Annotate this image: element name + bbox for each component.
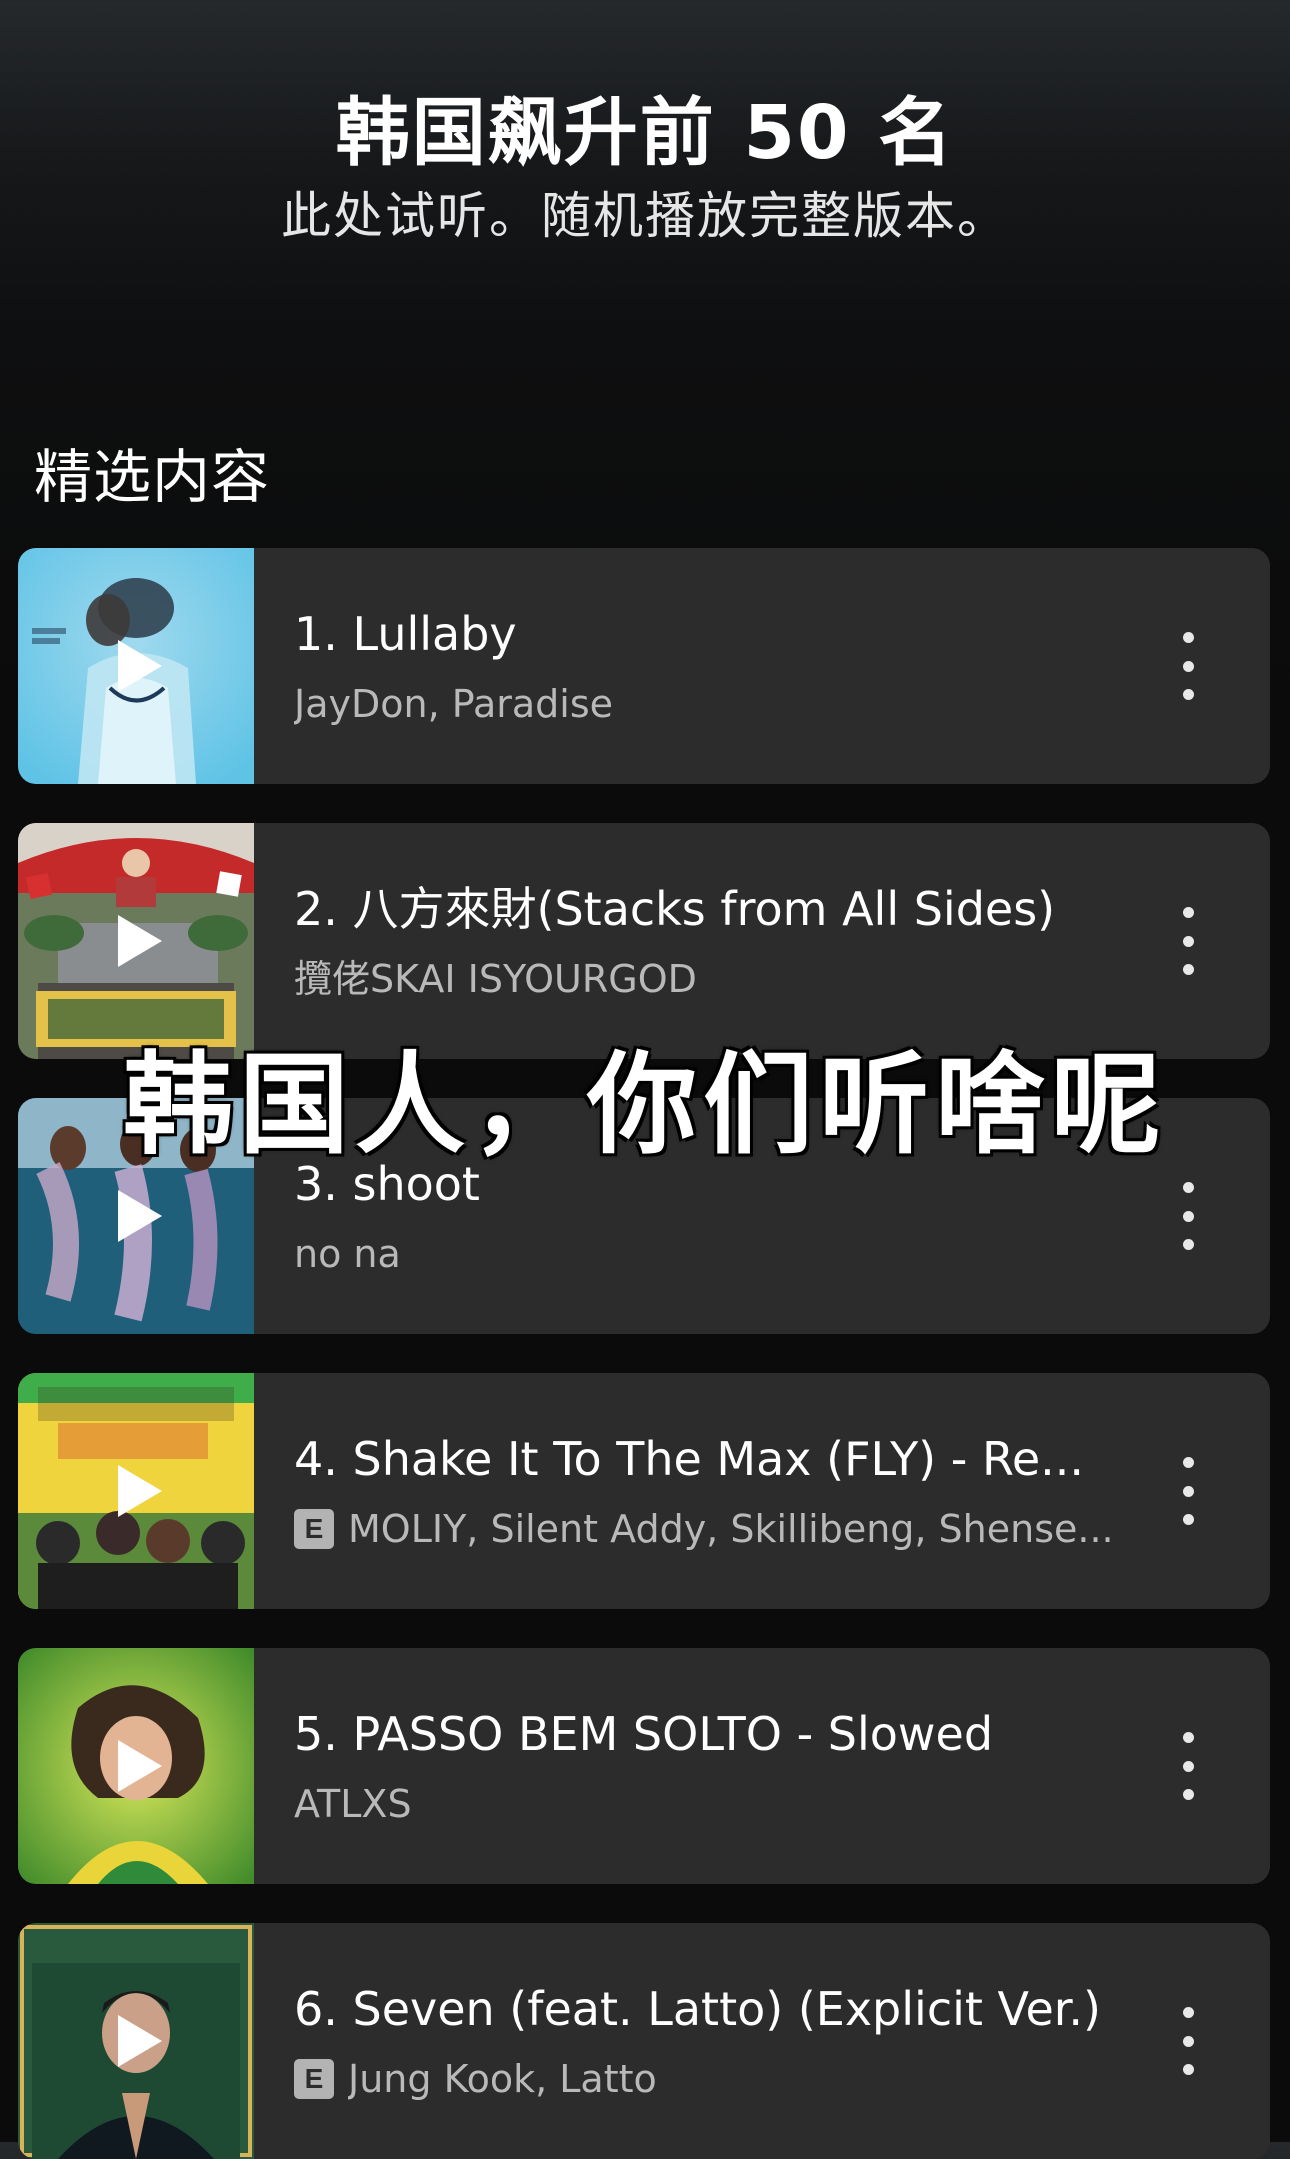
track-row[interactable]: 6. Seven (feat. Latto) (Explicit Ver.) E…	[18, 1923, 1270, 2159]
track-artist: ATLXS	[294, 1782, 412, 1826]
album-cover-golden[interactable]	[18, 1923, 254, 2159]
more-options-icon[interactable]	[1168, 1732, 1208, 1800]
track-artist: Jung Kook, Latto	[348, 2057, 657, 2101]
track-row[interactable]: 1. Lullaby JayDon, Paradise	[18, 548, 1270, 784]
track-title: 4. Shake It To The Max (FLY) - Re...	[294, 1432, 1085, 1486]
track-artist-row: E Jung Kook, Latto	[294, 2055, 1134, 2103]
track-row[interactable]: 5. PASSO BEM SOLTO - Slowed ATLXS	[18, 1648, 1270, 1884]
explicit-badge: E	[294, 1509, 334, 1549]
track-artist-row: no na	[294, 1230, 1134, 1278]
track-title: 5. PASSO BEM SOLTO - Slowed	[294, 1707, 994, 1761]
more-options-icon[interactable]	[1168, 1457, 1208, 1525]
track-artist: 攬佬SKAI ISYOURGOD	[294, 957, 697, 1001]
more-options-icon[interactable]	[1168, 1182, 1208, 1250]
track-artist-row: ATLXS	[294, 1780, 1134, 1828]
album-cover-passo[interactable]	[18, 1648, 254, 1884]
play-icon[interactable]	[116, 638, 164, 694]
play-icon[interactable]	[116, 2013, 164, 2069]
track-artist: MOLIY, Silent Addy, Skillibeng, Shense..…	[348, 1507, 1114, 1551]
track-row[interactable]: 2. 八方來財(Stacks from All Sides) 攬佬SKAI IS…	[18, 823, 1270, 1059]
explicit-badge: E	[294, 2059, 334, 2099]
track-row[interactable]: 4. Shake It To The Max (FLY) - Re... E M…	[18, 1373, 1270, 1609]
track-artist: no na	[294, 1232, 401, 1276]
play-icon[interactable]	[116, 913, 164, 969]
album-cover-stacks[interactable]	[18, 823, 254, 1059]
track-artist-row: E MOLIY, Silent Addy, Skillibeng, Shense…	[294, 1505, 1134, 1553]
track-title: 1. Lullaby	[294, 607, 517, 661]
play-icon[interactable]	[116, 1463, 164, 1519]
track-title: 2. 八方來財(Stacks from All Sides)	[294, 882, 1056, 936]
play-icon[interactable]	[116, 1188, 164, 1244]
section-title: 精选内容	[34, 443, 271, 511]
track-title: 6. Seven (feat. Latto) (Explicit Ver.)	[294, 1982, 1101, 2036]
more-options-icon[interactable]	[1168, 907, 1208, 975]
track-artist: JayDon, Paradise	[294, 682, 613, 726]
track-artist-row: JayDon, Paradise	[294, 680, 1134, 728]
video-caption-overlay: 韩国人，你们听啥呢	[123, 1041, 1167, 1169]
album-cover-lullaby[interactable]	[18, 548, 254, 784]
playlist-title: 韩国飙升前 50 名	[335, 90, 955, 176]
track-artist-row: 攬佬SKAI ISYOURGOD	[294, 955, 1134, 1003]
more-options-icon[interactable]	[1168, 2007, 1208, 2075]
playlist-subtitle: 此处试听。随机播放完整版本。	[281, 187, 1009, 245]
play-icon[interactable]	[116, 1738, 164, 1794]
album-cover-shake-it[interactable]	[18, 1373, 254, 1609]
more-options-icon[interactable]	[1168, 632, 1208, 700]
